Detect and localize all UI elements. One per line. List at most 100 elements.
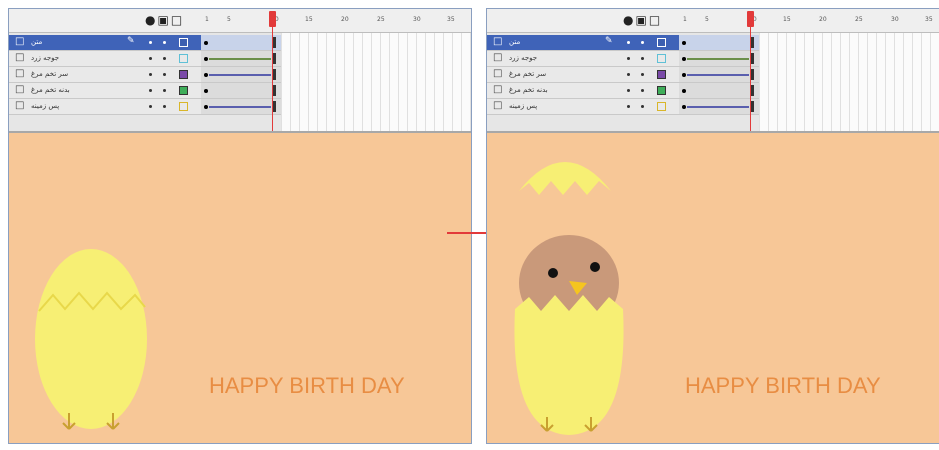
layer-name: متن (31, 38, 43, 46)
layer-name: پس زمینه (509, 102, 538, 110)
stage-panel-after: ●▣□ 1 5 10 15 20 25 30 35 □ متن ✎ (486, 8, 939, 444)
lock-dot[interactable] (641, 41, 644, 44)
layer-name: بدنه تخم مرغ (509, 86, 548, 94)
layer-row-chick[interactable]: □ جوجه زرد (487, 51, 679, 67)
visibility-dot[interactable] (627, 73, 630, 76)
layer-color-swatch[interactable] (179, 102, 188, 111)
birthday-text[interactable]: HAPPY BIRTH DAY (685, 373, 881, 399)
lock-dot[interactable] (641, 73, 644, 76)
lock-dot[interactable] (641, 105, 644, 108)
keyframe[interactable] (204, 57, 208, 61)
playhead[interactable] (269, 11, 276, 131)
layer-visibility-icons: ●▣□ (623, 13, 662, 27)
keyframe[interactable] (682, 89, 686, 93)
layer-page-icon: □ (493, 100, 503, 111)
keyframe[interactable] (682, 105, 686, 109)
lock-dot[interactable] (641, 57, 644, 60)
layer-page-icon: □ (15, 84, 25, 95)
layer-color-swatch[interactable] (657, 38, 666, 47)
lock-icon[interactable]: ▣ (635, 13, 648, 27)
layer-row-egg-body[interactable]: □ بدنه تخم مرغ (487, 83, 679, 99)
ruler-tick: 30 (413, 16, 421, 23)
motion-tween (687, 74, 749, 76)
layer-row-background[interactable]: □ پس زمینه (487, 99, 679, 115)
keyframe[interactable] (204, 73, 208, 77)
layer-color-swatch[interactable] (179, 54, 188, 63)
visibility-dot[interactable] (627, 105, 630, 108)
stage-panel-before: ●▣□ 1 5 10 15 20 25 30 35 □ متن ✎ (8, 8, 472, 444)
layer-page-icon: □ (493, 52, 503, 63)
keyframe[interactable] (682, 57, 686, 61)
keyframe[interactable] (204, 89, 208, 93)
layer-page-icon: □ (15, 52, 25, 63)
layer-name: جوجه زرد (509, 54, 538, 62)
playhead[interactable] (747, 11, 754, 131)
visibility-dot[interactable] (627, 41, 630, 44)
ruler-tick: 35 (925, 16, 933, 23)
eye-icon[interactable]: ● (623, 13, 635, 27)
visibility-dot[interactable] (149, 89, 152, 92)
lock-dot[interactable] (641, 89, 644, 92)
keyframe[interactable] (204, 105, 208, 109)
layer-row-egg-top[interactable]: □ سر تخم مرغ (9, 67, 201, 83)
frame-ruler[interactable]: 1 5 10 15 20 25 30 35 (679, 9, 939, 33)
layer-row-chick[interactable]: □ جوجه زرد (9, 51, 201, 67)
pencil-icon: ✎ (127, 36, 135, 46)
keyframe[interactable] (682, 73, 686, 77)
frame-grid[interactable] (759, 33, 939, 131)
layer-color-swatch[interactable] (179, 70, 188, 79)
visibility-dot[interactable] (149, 73, 152, 76)
visibility-dot[interactable] (627, 89, 630, 92)
outline-square-icon[interactable]: □ (649, 13, 662, 27)
layer-row-background[interactable]: □ پس زمینه (9, 99, 201, 115)
visibility-dot[interactable] (627, 57, 630, 60)
egg-closed[interactable] (35, 249, 147, 430)
visibility-dot[interactable] (149, 57, 152, 60)
motion-tween (687, 106, 749, 108)
layer-row-text[interactable]: □ متن ✎ (9, 35, 201, 51)
ruler-tick: 25 (855, 16, 863, 23)
lock-icon[interactable]: ▣ (157, 13, 170, 27)
eye-icon[interactable]: ● (145, 13, 157, 27)
visibility-dot[interactable] (149, 41, 152, 44)
lock-dot[interactable] (163, 105, 166, 108)
layer-color-swatch[interactable] (657, 54, 666, 63)
layer-name: جوجه زرد (31, 54, 60, 62)
birthday-text[interactable]: HAPPY BIRTH DAY (209, 373, 405, 399)
layer-color-swatch[interactable] (657, 102, 666, 111)
ruler-tick: 1 (683, 16, 687, 23)
visibility-dot[interactable] (149, 105, 152, 108)
layer-name: سر تخم مرغ (509, 70, 547, 78)
lock-dot[interactable] (163, 89, 166, 92)
ruler-tick: 5 (705, 16, 709, 23)
layer-visibility-icons: ●▣□ (145, 13, 184, 27)
motion-tween (209, 58, 271, 60)
egg-top-shell[interactable] (519, 162, 611, 195)
keyframe[interactable] (682, 41, 686, 45)
outline-square-icon[interactable]: □ (171, 13, 184, 27)
timeline-header: ●▣□ 1 5 10 15 20 25 30 35 (487, 9, 939, 33)
layer-row-text[interactable]: □ متن ✎ (487, 35, 679, 51)
frame-ruler[interactable]: 1 5 10 15 20 25 30 35 (201, 9, 471, 33)
layer-color-swatch[interactable] (657, 70, 666, 79)
layer-row-egg-top[interactable]: □ سر تخم مرغ (487, 67, 679, 83)
keyframe[interactable] (204, 41, 208, 45)
layer-page-icon: □ (15, 100, 25, 111)
frame-grid[interactable] (281, 33, 471, 131)
layer-color-swatch[interactable] (179, 86, 188, 95)
layer-color-swatch[interactable] (657, 86, 666, 95)
ruler-tick: 5 (227, 16, 231, 23)
layer-page-icon: □ (493, 84, 503, 95)
layer-page-icon: □ (493, 68, 503, 79)
layer-name: پس زمینه (31, 102, 60, 110)
lock-dot[interactable] (163, 41, 166, 44)
lock-dot[interactable] (163, 73, 166, 76)
ruler-tick: 1 (205, 16, 209, 23)
motion-tween (209, 74, 271, 76)
layer-row-egg-body[interactable]: □ بدنه تخم مرغ (9, 83, 201, 99)
lock-dot[interactable] (163, 57, 166, 60)
layer-color-swatch[interactable] (179, 38, 188, 47)
timeline: ●▣□ 1 5 10 15 20 25 30 35 □ متن ✎ (9, 9, 471, 133)
egg-bottom-shell[interactable] (514, 295, 624, 435)
layer-name: متن (509, 38, 521, 46)
